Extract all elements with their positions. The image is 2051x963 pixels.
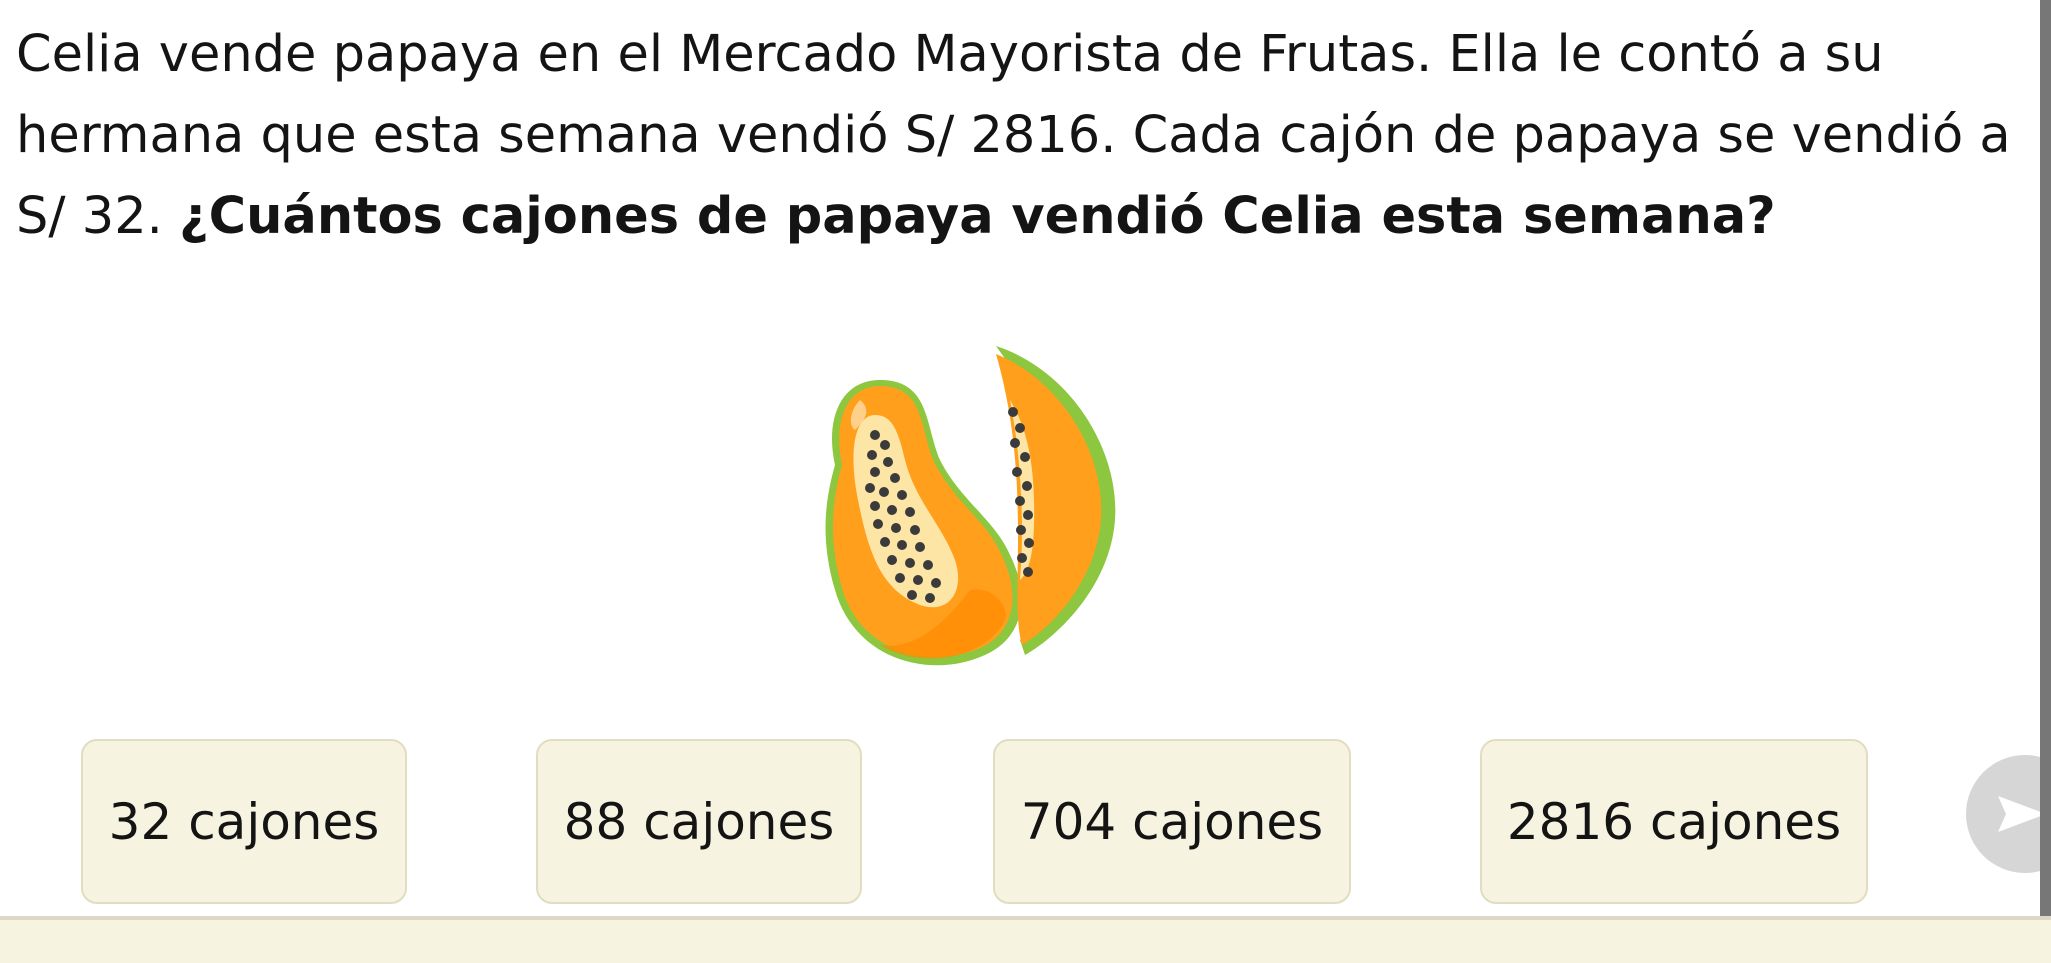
- question-prompt: ¿Cuántos cajones de papaya vendió Celia …: [179, 187, 1776, 246]
- scrollbar[interactable]: [2040, 0, 2051, 916]
- answer-option-88-cajones[interactable]: 88 cajones: [536, 739, 862, 904]
- answer-option-2816-cajones[interactable]: 2816 cajones: [1480, 739, 1868, 904]
- footer-bar: [0, 916, 2051, 963]
- papaya-icon: [820, 340, 1130, 680]
- question-statement: S/ 32.: [16, 187, 180, 246]
- answer-option-704-cajones[interactable]: 704 cajones: [993, 739, 1351, 904]
- papaya-illustration: [825, 346, 1116, 666]
- question-line-2: hermana que esta semana vendió S/ 2816. …: [16, 106, 2011, 165]
- question-line-3: S/ 32. ¿Cuántos cajones de papaya vendió…: [16, 176, 2051, 257]
- send-answer-button[interactable]: [1966, 755, 2051, 873]
- exercise-page: Celia vende papaya en el Mercado Mayoris…: [0, 0, 2051, 963]
- question-text: Celia vende papaya en el Mercado Mayoris…: [16, 14, 2051, 257]
- question-line-1: Celia vende papaya en el Mercado Mayoris…: [16, 25, 1884, 84]
- answer-option-32-cajones[interactable]: 32 cajones: [81, 739, 407, 904]
